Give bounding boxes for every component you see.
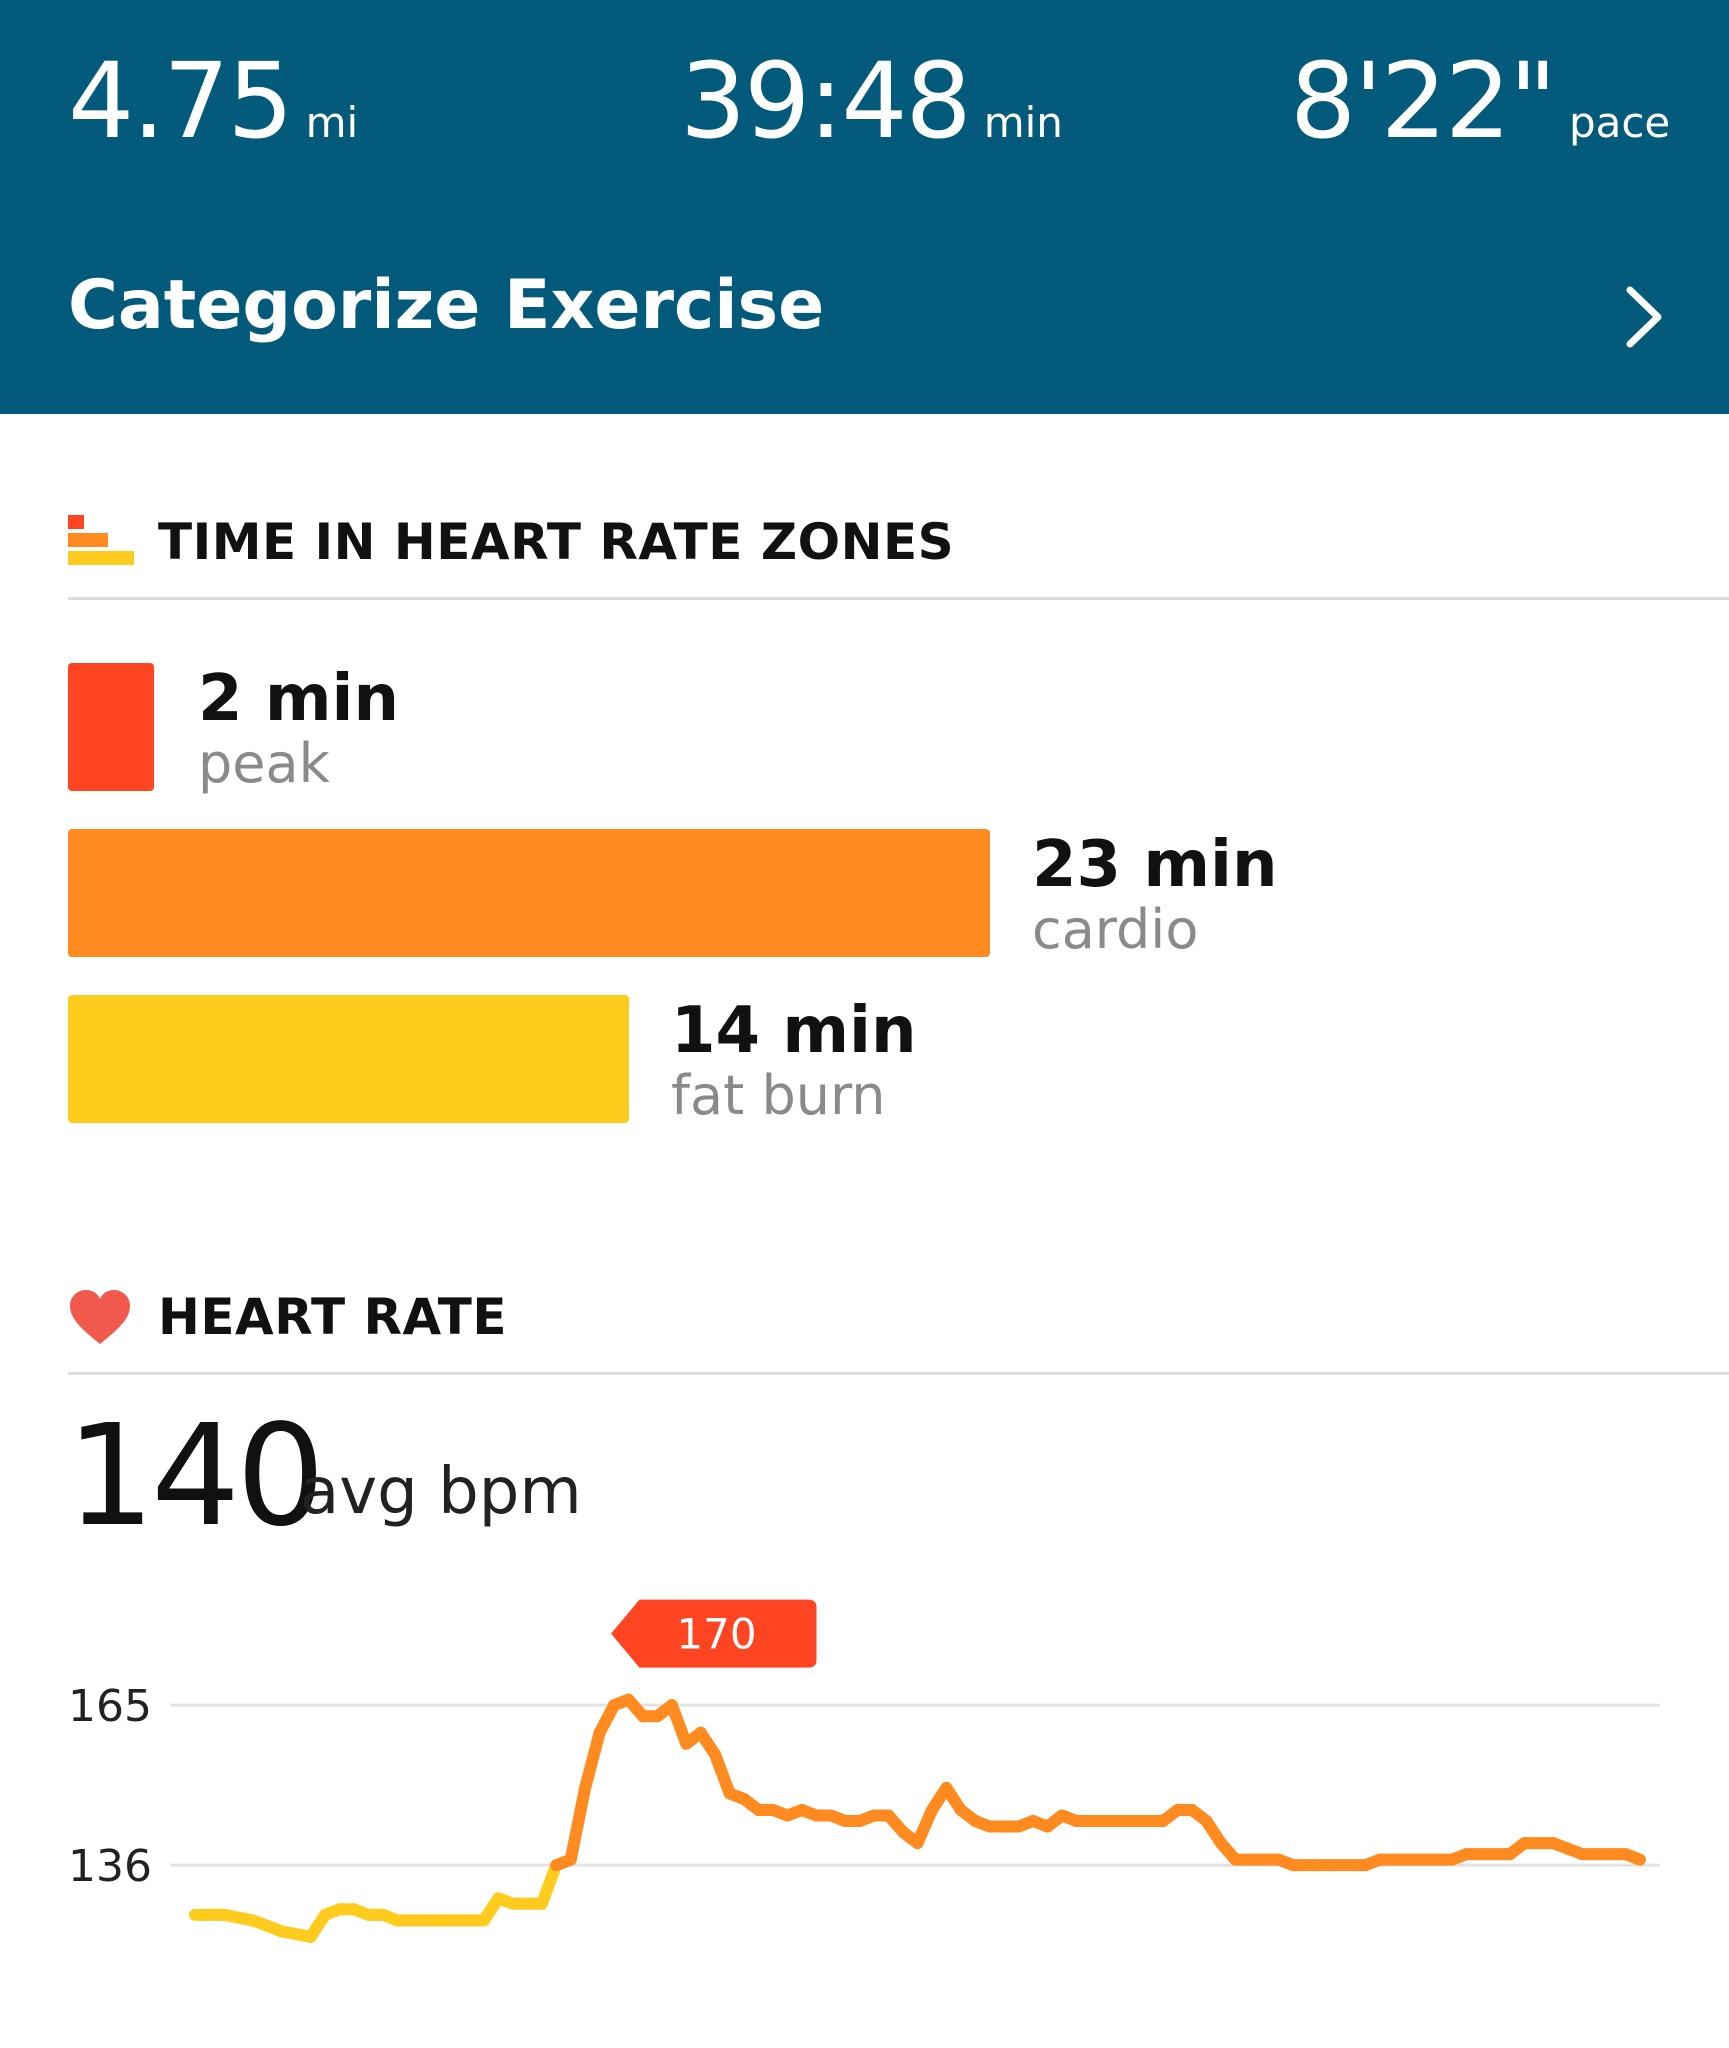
zone-value-cardio: 23 min (1032, 828, 1278, 902)
zone-value-fat-burn: 14 min (671, 994, 917, 1068)
heart-icon (70, 1290, 130, 1344)
pace-unit: pace (1568, 98, 1671, 147)
categorize-exercise-button[interactable]: Categorize Exercise (68, 258, 1668, 358)
categorize-exercise-label: Categorize Exercise (68, 266, 825, 345)
zone-label-peak: peak (198, 732, 330, 795)
hr-line-segment (1619, 1848, 1646, 1866)
duration-stat: 39:48 min (680, 40, 1063, 162)
zone-label-fat-burn: fat burn (671, 1064, 886, 1127)
hr-line-segment (579, 1726, 606, 1794)
hr-line-segment (564, 1781, 592, 1866)
y-tick-label: 136 (68, 1841, 152, 1892)
zone-bar-fat-burn (68, 995, 629, 1123)
distance-stat: 4.75 mi (68, 40, 358, 162)
peak-tag: 170 (605, 1595, 821, 1672)
peak-tag-label: 170 (676, 1610, 756, 1659)
distance-unit: mi (305, 98, 359, 147)
chevron-right-icon (1626, 286, 1662, 348)
zones-icon (68, 515, 134, 565)
hr-line-segment (535, 1859, 563, 1910)
zone-value-peak: 2 min (198, 662, 399, 736)
pace-value: 8'22" (1290, 40, 1557, 162)
avg-bpm-unit: avg bpm (300, 1455, 582, 1529)
heart-rate-header: HEART RATE (68, 1280, 1729, 1375)
duration-unit: min (983, 98, 1063, 147)
heart-rate-zones-header: TIME IN HEART RATE ZONES (68, 505, 1729, 600)
pace-stat: 8'22" pace (1290, 40, 1670, 162)
zones-section-title: TIME IN HEART RATE ZONES (158, 513, 955, 571)
avg-bpm-value: 140 (66, 1395, 325, 1558)
zone-label-cardio: cardio (1032, 898, 1199, 961)
heart-rate-section-title: HEART RATE (158, 1288, 508, 1346)
hr-line-segment (709, 1748, 736, 1800)
y-tick-label: 165 (68, 1681, 152, 1732)
distance-value: 4.75 (68, 40, 294, 162)
duration-value: 39:48 (680, 40, 972, 162)
zone-bar-cardio (68, 829, 990, 957)
workout-summary-header: 4.75 mi 39:48 min 8'22" pace Categorize Exe… (0, 0, 1729, 414)
heart-rate-chart[interactable]: 165 136 170 (0, 1590, 1729, 2010)
zone-bar-peak (68, 663, 154, 791)
